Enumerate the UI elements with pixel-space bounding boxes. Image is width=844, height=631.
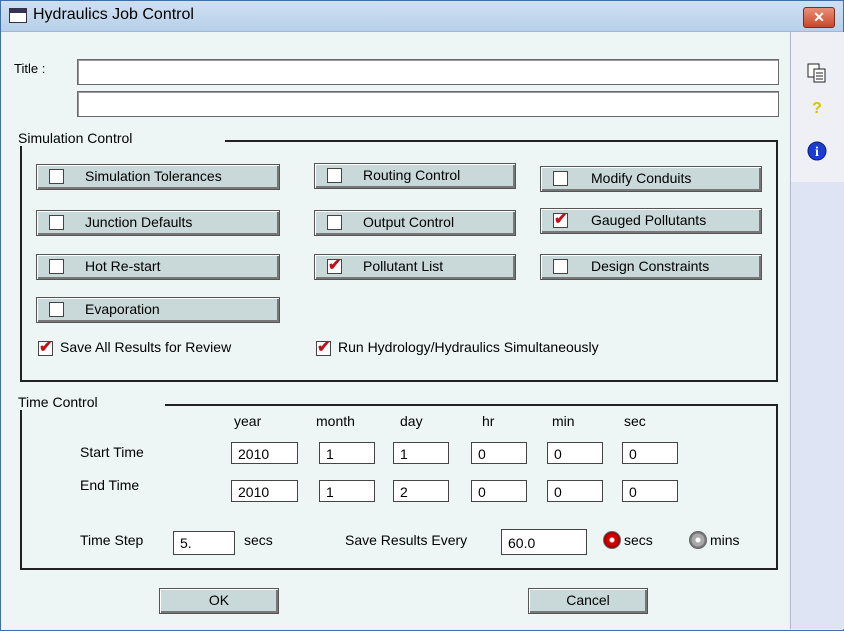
dialog-client-area: Title : Simulation Control Simulation To… bbox=[2, 32, 788, 629]
routing-control-label: Routing Control bbox=[363, 167, 461, 183]
copy-icon[interactable] bbox=[803, 62, 831, 88]
save-results-every-input[interactable]: 60.0 bbox=[501, 529, 587, 555]
end-year-input[interactable]: 2010 bbox=[231, 480, 298, 502]
evaporation-label: Evaporation bbox=[85, 301, 160, 317]
start-sec-input[interactable]: 0 bbox=[622, 442, 678, 464]
title-label: Title : bbox=[14, 61, 46, 76]
junction-defaults-checkbox[interactable] bbox=[49, 215, 64, 230]
close-button[interactable]: ✕ bbox=[803, 7, 835, 28]
column-day: day bbox=[400, 413, 423, 429]
start-time-label: Start Time bbox=[80, 444, 144, 460]
output-control-checkbox[interactable] bbox=[327, 215, 342, 230]
column-min: min bbox=[552, 413, 575, 429]
column-year: year bbox=[234, 413, 262, 429]
mins-radio-label: mins bbox=[710, 532, 740, 548]
start-year-input[interactable]: 2010 bbox=[231, 442, 298, 464]
design-constraints-label: Design Constraints bbox=[591, 258, 710, 274]
junction-defaults-button[interactable]: Junction Defaults bbox=[36, 210, 280, 236]
start-hr-input[interactable]: 0 bbox=[471, 442, 527, 464]
simulation-tolerances-checkbox[interactable] bbox=[49, 169, 64, 184]
secs-radio-label: secs bbox=[624, 532, 653, 548]
start-min-input[interactable]: 0 bbox=[547, 442, 603, 464]
hot-restart-button[interactable]: Hot Re-start bbox=[36, 254, 280, 280]
right-toolbar: ? i bbox=[790, 32, 844, 629]
column-sec: sec bbox=[624, 413, 646, 429]
junction-defaults-label: Junction Defaults bbox=[85, 214, 193, 230]
simulation-control-label: Simulation Control bbox=[16, 130, 225, 146]
info-glyph: i bbox=[815, 145, 819, 160]
gauged-pollutants-button[interactable]: Gauged Pollutants bbox=[540, 208, 762, 234]
cancel-button[interactable]: Cancel bbox=[528, 588, 648, 614]
window-title: Hydraulics Job Control bbox=[33, 6, 194, 23]
hot-restart-checkbox[interactable] bbox=[49, 259, 64, 274]
dialog-window: Hydraulics Job Control ✕ Title : Simulat… bbox=[0, 0, 844, 631]
window-icon bbox=[9, 8, 27, 23]
secs-radio[interactable] bbox=[603, 531, 621, 549]
end-sec-input[interactable]: 0 bbox=[622, 480, 678, 502]
time-control-label: Time Control bbox=[16, 394, 165, 410]
time-step-label: Time Step bbox=[80, 532, 144, 548]
pollutant-list-button[interactable]: Pollutant List bbox=[314, 254, 516, 280]
routing-control-checkbox[interactable] bbox=[327, 168, 342, 183]
design-constraints-checkbox[interactable] bbox=[553, 259, 568, 274]
time-step-input[interactable]: 5. bbox=[173, 531, 235, 555]
evaporation-checkbox[interactable] bbox=[49, 302, 64, 317]
start-day-input[interactable]: 1 bbox=[393, 442, 449, 464]
save-all-results-checkbox[interactable] bbox=[38, 337, 53, 357]
run-simultaneously-checkbox[interactable] bbox=[316, 337, 331, 357]
time-step-unit: secs bbox=[244, 532, 273, 548]
title-input-line1[interactable] bbox=[77, 59, 779, 85]
title-bar: Hydraulics Job Control ✕ bbox=[1, 1, 843, 32]
column-hr: hr bbox=[482, 413, 495, 429]
end-month-input[interactable]: 1 bbox=[319, 480, 375, 502]
start-month-input[interactable]: 1 bbox=[319, 442, 375, 464]
modify-conduits-label: Modify Conduits bbox=[591, 170, 692, 186]
end-hr-input[interactable]: 0 bbox=[471, 480, 527, 502]
run-simultaneously-label: Run Hydrology/Hydraulics Simultaneously bbox=[338, 339, 599, 355]
pollutant-list-checkbox[interactable] bbox=[327, 255, 342, 275]
gauged-pollutants-label: Gauged Pollutants bbox=[591, 212, 707, 228]
info-icon[interactable]: i bbox=[803, 140, 831, 166]
design-constraints-button[interactable]: Design Constraints bbox=[540, 254, 762, 280]
pollutant-list-label: Pollutant List bbox=[363, 258, 444, 274]
title-input-line2[interactable] bbox=[77, 91, 779, 117]
end-time-label: End Time bbox=[80, 477, 140, 493]
routing-control-button[interactable]: Routing Control bbox=[314, 163, 516, 189]
modify-conduits-button[interactable]: Modify Conduits bbox=[540, 166, 762, 192]
evaporation-button[interactable]: Evaporation bbox=[36, 297, 280, 323]
end-day-input[interactable]: 2 bbox=[393, 480, 449, 502]
save-results-every-label: Save Results Every bbox=[345, 532, 468, 548]
output-control-button[interactable]: Output Control bbox=[314, 210, 516, 236]
output-control-label: Output Control bbox=[363, 214, 455, 230]
end-min-input[interactable]: 0 bbox=[547, 480, 603, 502]
hot-restart-label: Hot Re-start bbox=[85, 258, 161, 274]
simulation-tolerances-label: Simulation Tolerances bbox=[85, 168, 222, 184]
simulation-tolerances-button[interactable]: Simulation Tolerances bbox=[36, 164, 280, 190]
mins-radio[interactable] bbox=[689, 531, 707, 549]
column-month: month bbox=[316, 413, 355, 429]
modify-conduits-checkbox[interactable] bbox=[553, 171, 568, 186]
save-all-results-label: Save All Results for Review bbox=[60, 339, 232, 355]
ok-button[interactable]: OK bbox=[159, 588, 279, 614]
gauged-pollutants-checkbox[interactable] bbox=[553, 209, 568, 229]
help-icon[interactable]: ? bbox=[803, 100, 831, 126]
